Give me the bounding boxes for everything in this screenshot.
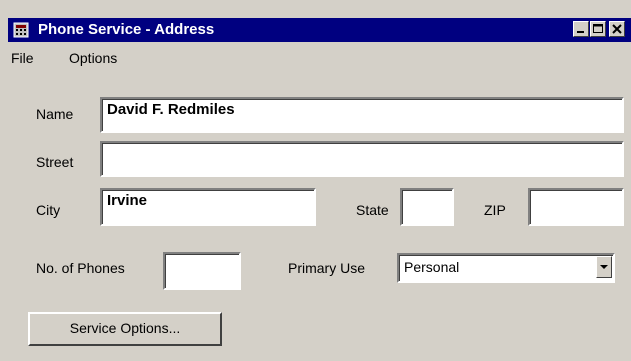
close-button[interactable] xyxy=(609,21,625,37)
phones-field[interactable] xyxy=(163,252,241,290)
name-field[interactable]: David F. Redmiles xyxy=(100,97,624,133)
primary-use-label: Primary Use xyxy=(288,260,366,276)
service-options-label: Service Options... xyxy=(69,320,181,336)
phone-app-icon[interactable] xyxy=(13,22,29,38)
city-label: City xyxy=(36,202,61,218)
primary-use-value: Personal xyxy=(404,259,460,275)
street-field[interactable] xyxy=(100,141,624,177)
zip-label: ZIP xyxy=(484,202,506,218)
address-window: Phone Service - Address File Options Nam… xyxy=(0,0,631,361)
minimize-button[interactable] xyxy=(573,21,589,37)
phones-label: No. of Phones xyxy=(36,260,125,276)
menu-file[interactable]: File xyxy=(11,50,34,66)
service-options-button[interactable]: Service Options... xyxy=(28,312,222,346)
city-field[interactable]: Irvine xyxy=(100,188,316,226)
primary-use-dropdown-button[interactable] xyxy=(596,256,612,278)
window-title: Phone Service - Address xyxy=(38,21,215,38)
primary-use-select[interactable]: Personal xyxy=(397,253,615,283)
title-bar[interactable]: Phone Service - Address xyxy=(8,18,631,42)
city-value: Irvine xyxy=(107,192,148,209)
name-value: David F. Redmiles xyxy=(107,101,235,118)
maximize-button[interactable] xyxy=(590,21,606,37)
menu-options[interactable]: Options xyxy=(69,50,117,66)
minimize-icon xyxy=(577,31,584,33)
state-field[interactable] xyxy=(400,188,454,226)
close-icon xyxy=(612,24,622,34)
zip-field[interactable] xyxy=(528,188,624,226)
name-label: Name xyxy=(36,106,74,122)
state-label: State xyxy=(356,202,389,218)
chevron-down-icon xyxy=(600,265,608,269)
maximize-icon xyxy=(593,24,603,33)
street-label: Street xyxy=(36,154,74,170)
menu-bar: File Options xyxy=(8,42,631,70)
